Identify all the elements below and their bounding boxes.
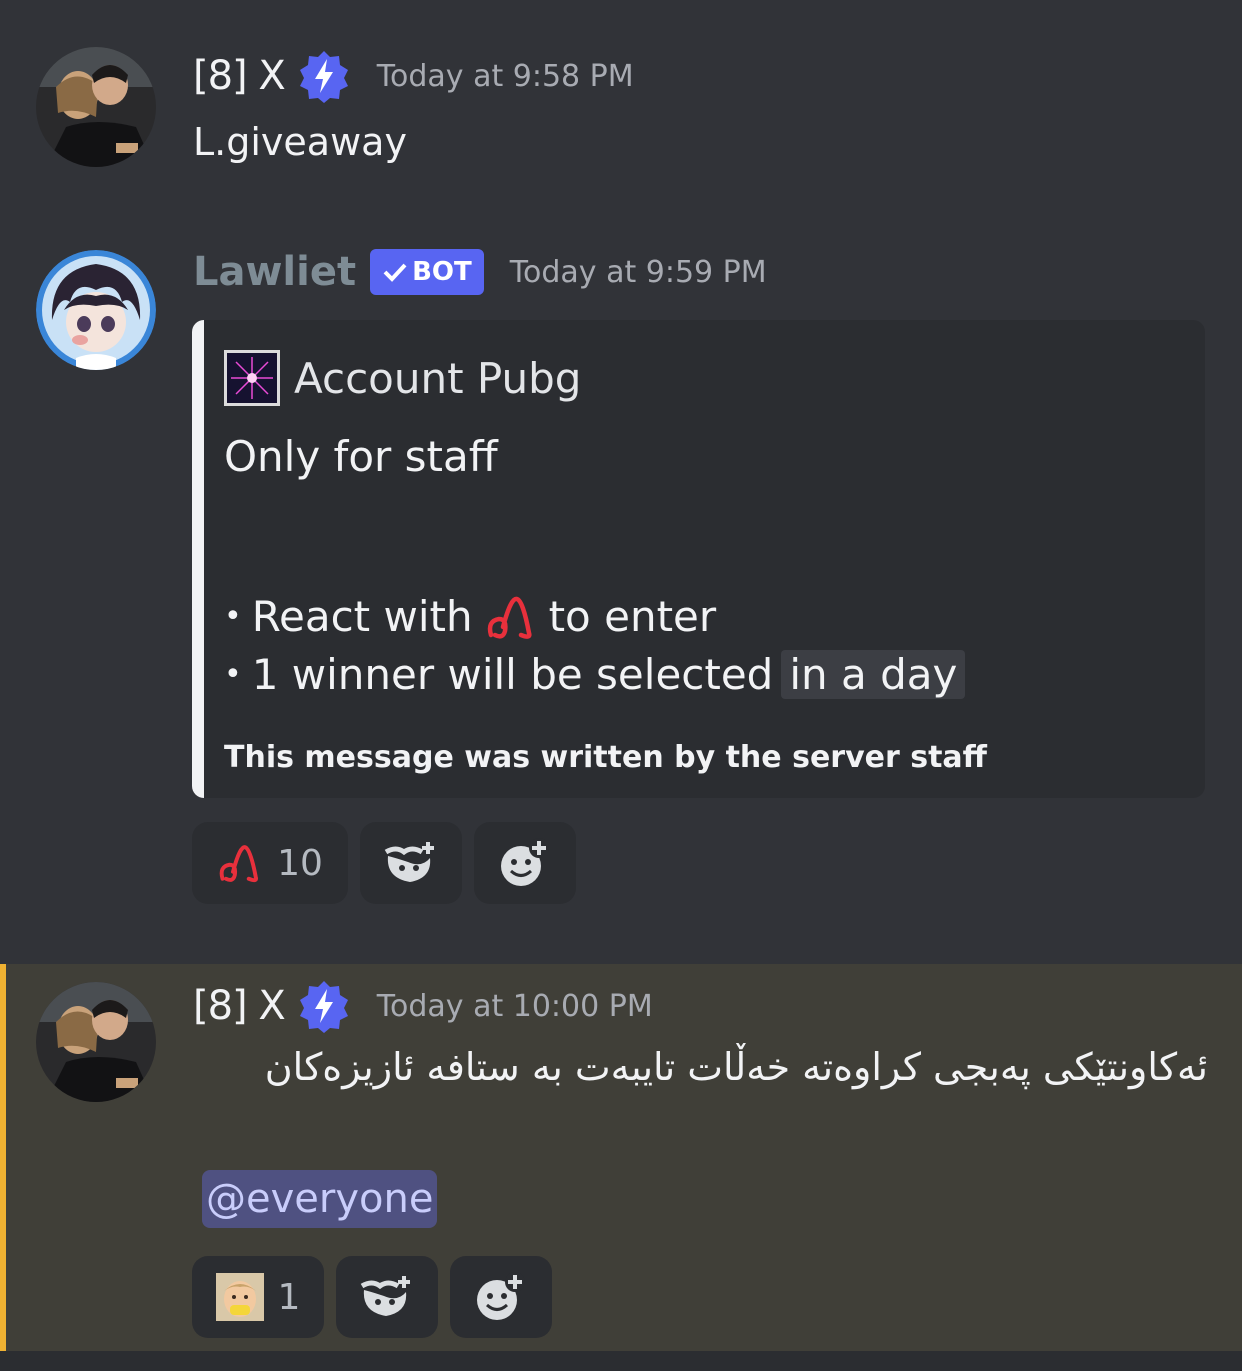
- add-reaction-icon: [477, 1272, 525, 1320]
- add-reaction-button[interactable]: [474, 822, 576, 904]
- timestamp: Today at 9:58 PM: [376, 58, 634, 94]
- custom-emoji-icon: [219, 845, 259, 883]
- nitro-boost-icon[interactable]: [297, 979, 351, 1033]
- add-super-reaction-button[interactable]: [360, 822, 462, 904]
- reaction-custom-emoji[interactable]: 10: [192, 822, 348, 904]
- reaction-count: 1: [277, 1276, 301, 1318]
- bot-tag-label: BOT: [412, 257, 472, 287]
- baby-emoji-icon: [215, 1273, 264, 1321]
- add-reaction-button[interactable]: [450, 1256, 552, 1338]
- embed-title: Account Pubg: [224, 350, 581, 406]
- add-super-reaction-icon: [384, 842, 434, 882]
- bot-tag: BOT: [370, 249, 484, 295]
- bullet-react-text: React with: [251, 592, 473, 641]
- add-reaction-icon: [501, 838, 549, 886]
- reaction-count: 10: [277, 842, 323, 884]
- bottom-divider: [0, 1351, 1242, 1371]
- reaction-baby-emoji[interactable]: 1: [192, 1256, 324, 1338]
- timestamp-highlight[interactable]: in a day: [781, 650, 966, 699]
- message-content: ئەکاونتێکی پەبجی کراوەتە خەڵات تایبەت بە…: [264, 1045, 1208, 1089]
- custom-emoji-icon: [487, 596, 532, 639]
- bullet-winner-text: 1 winner will be selected: [251, 650, 774, 699]
- timestamp: Today at 9:59 PM: [509, 254, 767, 290]
- giveaway-embed: Account Pubg Only for staff • React with…: [192, 320, 1205, 798]
- add-super-reaction-icon: [360, 1276, 410, 1316]
- bot-username[interactable]: Lawliet: [193, 249, 356, 295]
- bullet-winner: • 1 winner will be selected in a day: [224, 650, 966, 699]
- nitro-boost-icon[interactable]: [297, 49, 351, 103]
- bullet-react: • React with to enter: [224, 592, 717, 641]
- user-avatar[interactable]: [36, 47, 156, 167]
- message-header: [8] X Today at 10:00 PM: [193, 976, 653, 1036]
- embed-description: Only for staff: [224, 432, 498, 481]
- verified-check-icon: [383, 263, 407, 282]
- timestamp: Today at 10:00 PM: [376, 988, 653, 1024]
- message-header: [8] X Today at 9:58 PM: [193, 46, 634, 106]
- bullet-react-text-after: to enter: [548, 592, 717, 641]
- add-super-reaction-button[interactable]: [336, 1256, 438, 1338]
- everyone-mention[interactable]: @everyone: [202, 1170, 438, 1228]
- message-header: Lawliet BOT Today at 9:59 PM: [193, 242, 767, 302]
- user-avatar[interactable]: [36, 982, 156, 1102]
- embed-title-text: Account Pubg: [294, 353, 582, 403]
- username[interactable]: [8] X: [193, 983, 286, 1029]
- embed-footer: This message was written by the server s…: [224, 740, 987, 775]
- message-content: L.giveaway: [193, 120, 407, 164]
- username[interactable]: [8] X: [193, 53, 286, 99]
- bot-avatar[interactable]: [36, 250, 156, 370]
- firework-thumbnail-icon: [224, 350, 280, 406]
